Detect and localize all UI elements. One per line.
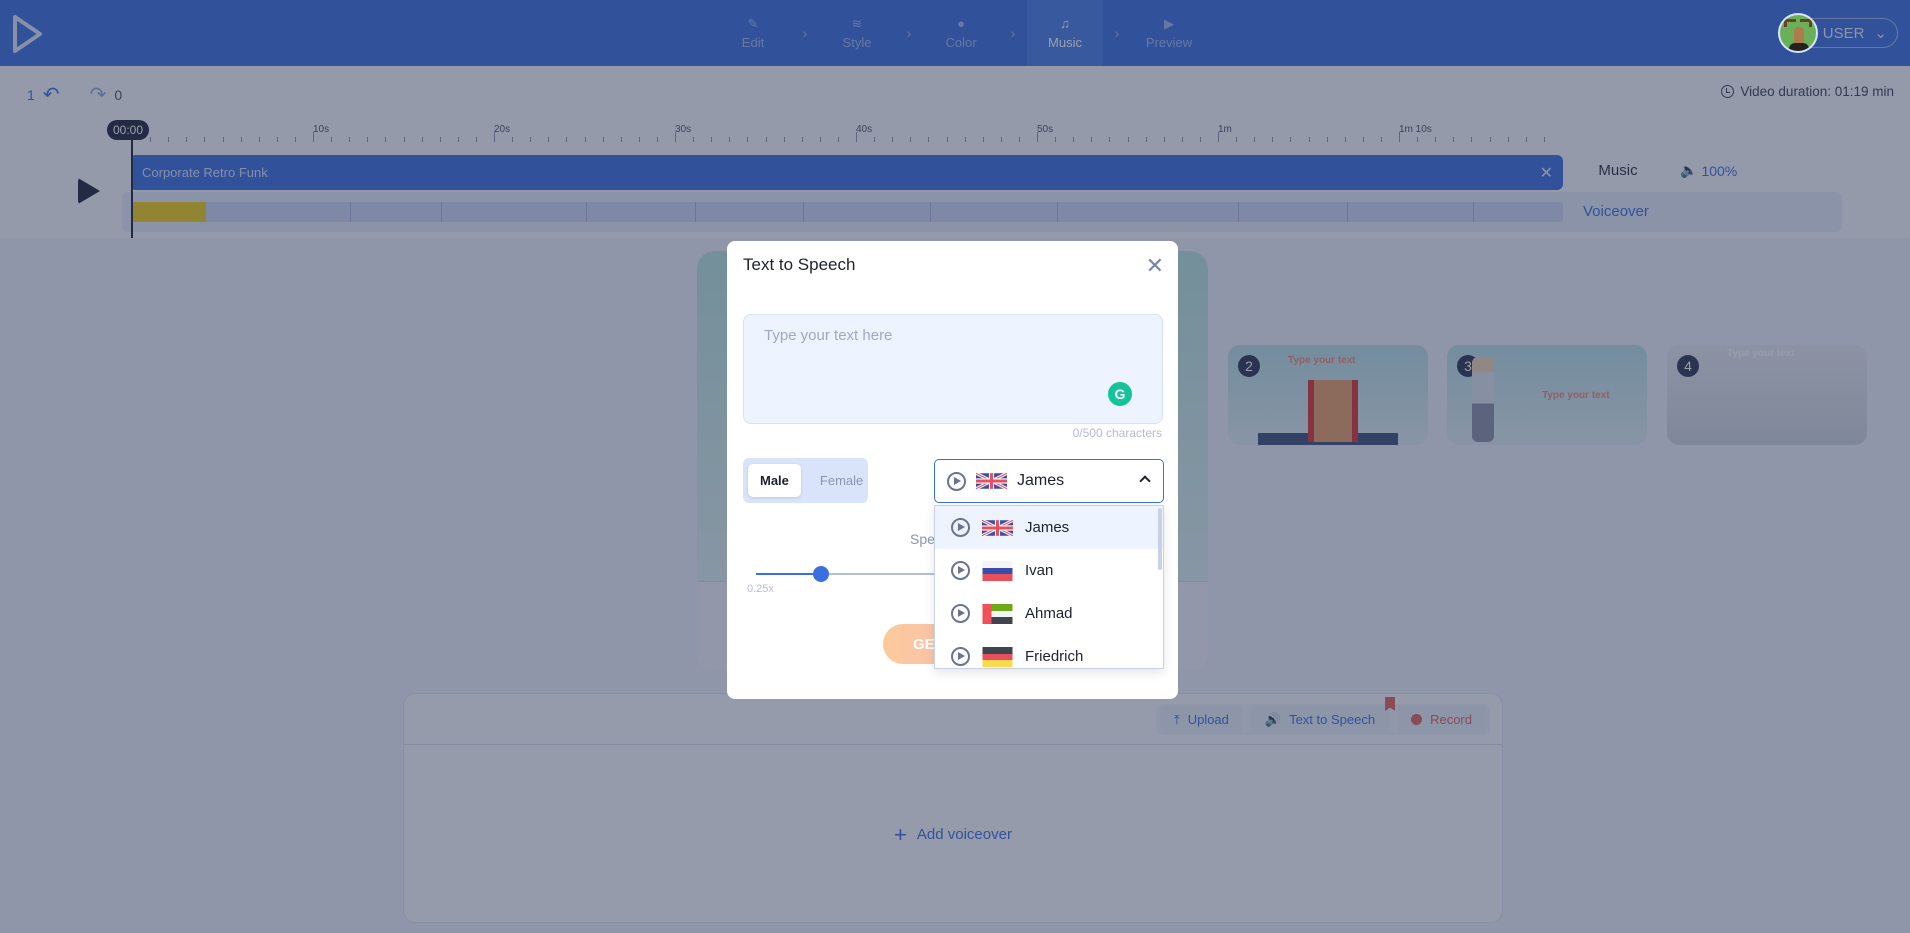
chevron-up-icon	[1139, 475, 1151, 487]
voice-name: Ivan	[1025, 562, 1054, 579]
grammarly-icon[interactable]: G	[1108, 382, 1132, 406]
voice-name: James	[1025, 519, 1070, 536]
play-circle-icon[interactable]	[947, 471, 966, 491]
play-circle-icon[interactable]	[951, 561, 970, 580]
play-circle-icon[interactable]	[951, 518, 970, 537]
voice-name: Friedrich	[1025, 648, 1084, 665]
voice-option-friedrich[interactable]: Friedrich	[935, 635, 1163, 668]
voice-dropdown: James Ivan Ahmad Friedrich	[934, 505, 1164, 669]
avatar	[1777, 13, 1818, 53]
voice-option-ahmad[interactable]: Ahmad	[935, 592, 1163, 635]
gender-male[interactable]: Male	[748, 464, 801, 497]
close-icon[interactable]: ✕	[1146, 253, 1164, 279]
tts-text-input[interactable]	[743, 314, 1163, 424]
speed-slider-handle[interactable]	[812, 566, 829, 582]
dropdown-scrollbar[interactable]	[1158, 508, 1162, 570]
flag-uk-icon	[982, 518, 1013, 537]
flag-ru-icon	[982, 560, 1013, 581]
flag-ae-icon	[982, 603, 1013, 624]
voice-option-ivan[interactable]: Ivan	[935, 549, 1163, 592]
modal-title: Text to Speech	[743, 255, 856, 274]
text-to-speech-modal: Text to Speech ✕ G 0/500 characters Male…	[727, 241, 1178, 699]
speed-slider-fill	[756, 573, 821, 575]
gender-female[interactable]: Female	[808, 464, 875, 497]
play-circle-icon[interactable]	[951, 647, 970, 666]
play-circle-icon[interactable]	[951, 604, 970, 623]
voice-name: Ahmad	[1025, 605, 1073, 622]
flag-uk-icon	[976, 471, 1007, 491]
voice-select[interactable]: James	[934, 459, 1164, 503]
flag-de-icon	[982, 646, 1013, 667]
speed-min-label: 0.25x	[747, 583, 774, 595]
selected-voice-name: James	[1017, 472, 1065, 489]
voice-option-james[interactable]: James	[935, 506, 1163, 549]
char-count: 0/500 characters	[1072, 426, 1162, 440]
gender-toggle: Male Female	[743, 458, 868, 503]
